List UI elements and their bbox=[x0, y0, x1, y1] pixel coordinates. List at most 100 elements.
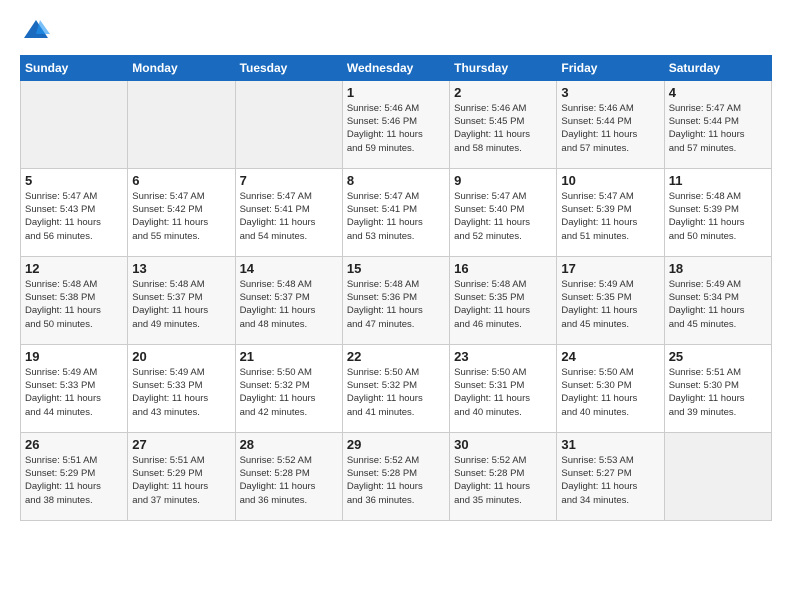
calendar-cell: 10 Sunrise: 5:47 AM Sunset: 5:39 PM Dayli… bbox=[557, 168, 664, 256]
calendar-cell: 28 Sunrise: 5:52 AM Sunset: 5:28 PM Dayli… bbox=[235, 432, 342, 520]
calendar-cell: 13 Sunrise: 5:48 AM Sunset: 5:37 PM Dayli… bbox=[128, 256, 235, 344]
calendar-cell bbox=[235, 80, 342, 168]
day-number: 10 bbox=[561, 173, 659, 188]
calendar-cell: 22 Sunrise: 5:50 AM Sunset: 5:32 PM Dayli… bbox=[342, 344, 449, 432]
day-number: 13 bbox=[132, 261, 230, 276]
calendar-table: SundayMondayTuesdayWednesdayThursdayFrid… bbox=[20, 55, 772, 521]
calendar-cell: 16Sunrise: 5:48 AM Sunset: 5:35 PM Dayli… bbox=[450, 256, 557, 344]
day-info: Sunrise: 5:47 AM Sunset: 5:39 PM Dayligh… bbox=[561, 190, 659, 243]
day-info: Sunrise: 5:49 AM Sunset: 5:33 PM Dayligh… bbox=[132, 366, 230, 419]
weekday-header: Monday bbox=[128, 55, 235, 80]
calendar-header: SundayMondayTuesdayWednesdayThursdayFrid… bbox=[21, 55, 772, 80]
day-number: 29 bbox=[347, 437, 445, 452]
day-number: 26 bbox=[25, 437, 123, 452]
day-info: Sunrise: 5:49 AM Sunset: 5:35 PM Dayligh… bbox=[561, 278, 659, 331]
weekday-header: Wednesday bbox=[342, 55, 449, 80]
calendar-cell: 8Sunrise: 5:47 AM Sunset: 5:41 PM Daylig… bbox=[342, 168, 449, 256]
day-number: 25 bbox=[669, 349, 767, 364]
day-number: 7 bbox=[240, 173, 338, 188]
day-number: 6 bbox=[132, 173, 230, 188]
day-info: Sunrise: 5:50 AM Sunset: 5:32 PM Dayligh… bbox=[347, 366, 445, 419]
day-number: 14 bbox=[240, 261, 338, 276]
day-info: Sunrise: 5:52 AM Sunset: 5:28 PM Dayligh… bbox=[240, 454, 338, 507]
weekday-header: Sunday bbox=[21, 55, 128, 80]
day-number: 20 bbox=[132, 349, 230, 364]
day-info: Sunrise: 5:47 AM Sunset: 5:41 PM Dayligh… bbox=[240, 190, 338, 243]
logo bbox=[20, 16, 50, 49]
calendar-cell: 15 Sunrise: 5:48 AM Sunset: 5:36 PM Dayli… bbox=[342, 256, 449, 344]
calendar-cell: 20 Sunrise: 5:49 AM Sunset: 5:33 PM Dayli… bbox=[128, 344, 235, 432]
calendar-cell: 4 Sunrise: 5:47 AM Sunset: 5:44 PM Daylig… bbox=[664, 80, 771, 168]
calendar-cell bbox=[128, 80, 235, 168]
weekday-header: Tuesday bbox=[235, 55, 342, 80]
day-info: Sunrise: 5:53 AM Sunset: 5:27 PM Dayligh… bbox=[561, 454, 659, 507]
calendar-cell: 6Sunrise: 5:47 AM Sunset: 5:42 PM Daylig… bbox=[128, 168, 235, 256]
calendar-cell: 21 Sunrise: 5:50 AM Sunset: 5:32 PM Dayli… bbox=[235, 344, 342, 432]
day-number: 11 bbox=[669, 173, 767, 188]
calendar-cell: 30 Sunrise: 5:52 AM Sunset: 5:28 PM Dayli… bbox=[450, 432, 557, 520]
day-number: 5 bbox=[25, 173, 123, 188]
calendar-cell: 3 Sunrise: 5:46 AM Sunset: 5:44 PM Daylig… bbox=[557, 80, 664, 168]
calendar-cell: 14 Sunrise: 5:48 AM Sunset: 5:37 PM Dayli… bbox=[235, 256, 342, 344]
weekday-header: Thursday bbox=[450, 55, 557, 80]
calendar-cell: 31 Sunrise: 5:53 AM Sunset: 5:27 PM Dayli… bbox=[557, 432, 664, 520]
day-info: Sunrise: 5:51 AM Sunset: 5:30 PM Dayligh… bbox=[669, 366, 767, 419]
day-number: 22 bbox=[347, 349, 445, 364]
day-number: 1 bbox=[347, 85, 445, 100]
calendar-cell bbox=[664, 432, 771, 520]
calendar-cell: 12Sunrise: 5:48 AM Sunset: 5:38 PM Dayli… bbox=[21, 256, 128, 344]
day-info: Sunrise: 5:48 AM Sunset: 5:39 PM Dayligh… bbox=[669, 190, 767, 243]
page-header bbox=[20, 10, 772, 49]
day-info: Sunrise: 5:47 AM Sunset: 5:40 PM Dayligh… bbox=[454, 190, 552, 243]
calendar-cell: 24 Sunrise: 5:50 AM Sunset: 5:30 PM Dayli… bbox=[557, 344, 664, 432]
day-number: 18 bbox=[669, 261, 767, 276]
calendar-cell: 2Sunrise: 5:46 AM Sunset: 5:45 PM Daylig… bbox=[450, 80, 557, 168]
calendar-cell: 1 Sunrise: 5:46 AM Sunset: 5:46 PM Daylig… bbox=[342, 80, 449, 168]
day-number: 21 bbox=[240, 349, 338, 364]
day-number: 8 bbox=[347, 173, 445, 188]
day-number: 28 bbox=[240, 437, 338, 452]
day-info: Sunrise: 5:48 AM Sunset: 5:35 PM Dayligh… bbox=[454, 278, 552, 331]
day-info: Sunrise: 5:50 AM Sunset: 5:30 PM Dayligh… bbox=[561, 366, 659, 419]
day-info: Sunrise: 5:52 AM Sunset: 5:28 PM Dayligh… bbox=[347, 454, 445, 507]
day-number: 15 bbox=[347, 261, 445, 276]
day-number: 19 bbox=[25, 349, 123, 364]
day-info: Sunrise: 5:48 AM Sunset: 5:37 PM Dayligh… bbox=[240, 278, 338, 331]
day-info: Sunrise: 5:51 AM Sunset: 5:29 PM Dayligh… bbox=[25, 454, 123, 507]
day-info: Sunrise: 5:48 AM Sunset: 5:38 PM Dayligh… bbox=[25, 278, 123, 331]
day-info: Sunrise: 5:52 AM Sunset: 5:28 PM Dayligh… bbox=[454, 454, 552, 507]
day-info: Sunrise: 5:49 AM Sunset: 5:34 PM Dayligh… bbox=[669, 278, 767, 331]
calendar-cell: 7 Sunrise: 5:47 AM Sunset: 5:41 PM Daylig… bbox=[235, 168, 342, 256]
calendar-cell: 11 Sunrise: 5:48 AM Sunset: 5:39 PM Dayli… bbox=[664, 168, 771, 256]
day-info: Sunrise: 5:48 AM Sunset: 5:36 PM Dayligh… bbox=[347, 278, 445, 331]
logo-icon bbox=[22, 16, 50, 44]
day-number: 4 bbox=[669, 85, 767, 100]
calendar-cell: 23 Sunrise: 5:50 AM Sunset: 5:31 PM Dayli… bbox=[450, 344, 557, 432]
calendar-cell: 26 Sunrise: 5:51 AM Sunset: 5:29 PM Dayli… bbox=[21, 432, 128, 520]
day-number: 30 bbox=[454, 437, 552, 452]
day-number: 9 bbox=[454, 173, 552, 188]
day-info: Sunrise: 5:51 AM Sunset: 5:29 PM Dayligh… bbox=[132, 454, 230, 507]
calendar-cell: 25 Sunrise: 5:51 AM Sunset: 5:30 PM Dayli… bbox=[664, 344, 771, 432]
day-number: 27 bbox=[132, 437, 230, 452]
day-info: Sunrise: 5:46 AM Sunset: 5:44 PM Dayligh… bbox=[561, 102, 659, 155]
calendar-cell: 29 Sunrise: 5:52 AM Sunset: 5:28 PM Dayli… bbox=[342, 432, 449, 520]
calendar-cell: 19 Sunrise: 5:49 AM Sunset: 5:33 PM Dayli… bbox=[21, 344, 128, 432]
calendar-cell: 18 Sunrise: 5:49 AM Sunset: 5:34 PM Dayli… bbox=[664, 256, 771, 344]
day-number: 24 bbox=[561, 349, 659, 364]
day-info: Sunrise: 5:50 AM Sunset: 5:31 PM Dayligh… bbox=[454, 366, 552, 419]
day-info: Sunrise: 5:49 AM Sunset: 5:33 PM Dayligh… bbox=[25, 366, 123, 419]
day-info: Sunrise: 5:50 AM Sunset: 5:32 PM Dayligh… bbox=[240, 366, 338, 419]
calendar-cell bbox=[21, 80, 128, 168]
calendar-cell: 17Sunrise: 5:49 AM Sunset: 5:35 PM Dayli… bbox=[557, 256, 664, 344]
day-number: 31 bbox=[561, 437, 659, 452]
day-info: Sunrise: 5:46 AM Sunset: 5:46 PM Dayligh… bbox=[347, 102, 445, 155]
day-number: 23 bbox=[454, 349, 552, 364]
weekday-header: Saturday bbox=[664, 55, 771, 80]
day-info: Sunrise: 5:47 AM Sunset: 5:44 PM Dayligh… bbox=[669, 102, 767, 155]
day-info: Sunrise: 5:48 AM Sunset: 5:37 PM Dayligh… bbox=[132, 278, 230, 331]
day-info: Sunrise: 5:46 AM Sunset: 5:45 PM Dayligh… bbox=[454, 102, 552, 155]
weekday-header: Friday bbox=[557, 55, 664, 80]
calendar-cell: 9 Sunrise: 5:47 AM Sunset: 5:40 PM Daylig… bbox=[450, 168, 557, 256]
day-number: 3 bbox=[561, 85, 659, 100]
